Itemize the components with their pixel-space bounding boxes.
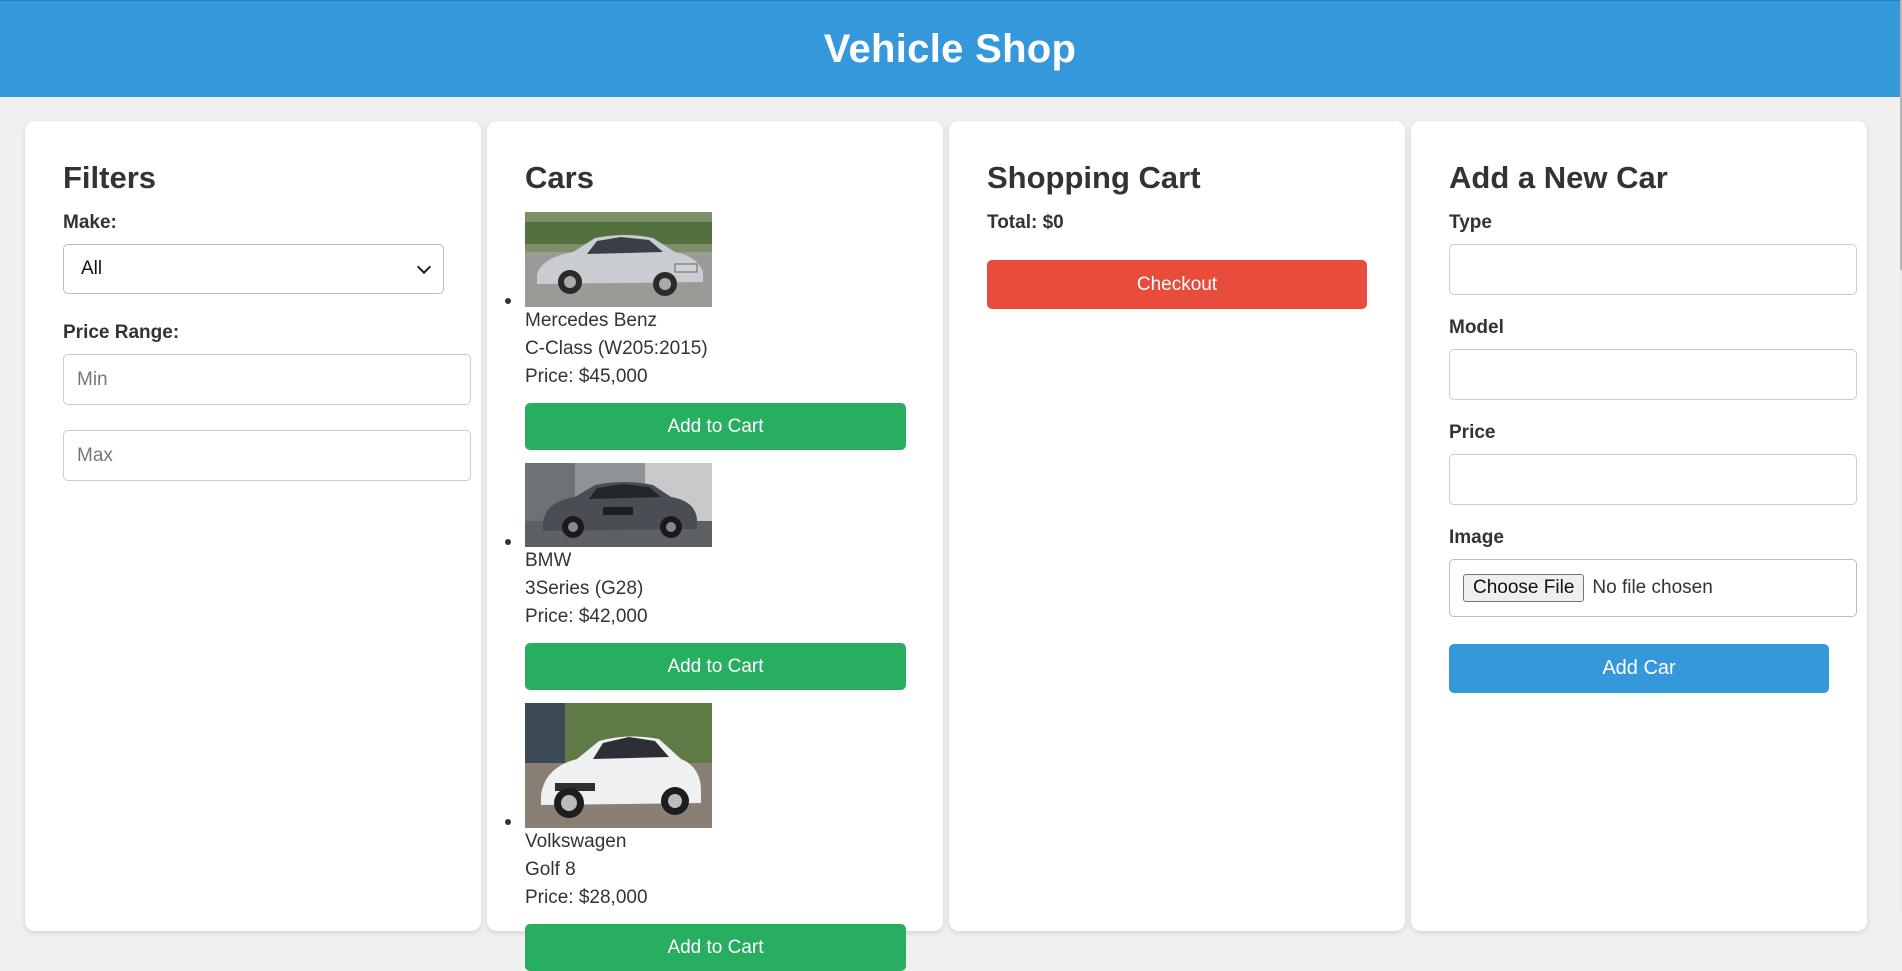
- image-file-input[interactable]: Choose File No file chosen: [1449, 559, 1857, 618]
- car-image-bmw: [525, 463, 712, 548]
- choose-file-button[interactable]: Choose File: [1463, 574, 1585, 603]
- cart-heading: Shopping Cart: [987, 160, 1201, 195]
- car-make: Volkswagen: [525, 831, 627, 853]
- list-bullet: [505, 539, 511, 546]
- car-price: Price: $28,000: [525, 887, 648, 909]
- model-input[interactable]: [1449, 349, 1857, 401]
- file-status: No file chosen: [1592, 577, 1713, 599]
- image-label: Image: [1449, 527, 1504, 549]
- type-label: Type: [1449, 212, 1492, 234]
- cart-panel: Shopping Cart Total: $0 Checkout: [949, 121, 1405, 931]
- make-select[interactable]: All: [63, 244, 444, 295]
- model-label: Model: [1449, 317, 1504, 339]
- add-car-button[interactable]: Add Car: [1449, 644, 1829, 694]
- car-item: BMW 3Series (G28) Price: $42,000 Add to …: [505, 463, 906, 691]
- car-make: BMW: [525, 550, 572, 572]
- car-make: Mercedes Benz: [525, 310, 658, 332]
- add-to-cart-button[interactable]: Add to Cart: [525, 403, 906, 451]
- filters-panel: Filters Make: All Price Range:: [25, 121, 481, 931]
- cars-panel: Cars Mercedes Benz C-Class (W205:2015) P…: [487, 121, 943, 971]
- list-bullet: [505, 819, 511, 826]
- add-to-cart-button[interactable]: Add to Cart: [525, 924, 906, 971]
- price-input[interactable]: [1449, 454, 1857, 506]
- list-bullet: [505, 298, 511, 305]
- car-image-volkswagen: [525, 703, 712, 829]
- type-input[interactable]: [1449, 244, 1857, 296]
- car-image-mercedes: [525, 212, 712, 308]
- cart-total: Total: $0: [987, 212, 1064, 234]
- car-price: Price: $42,000: [525, 606, 648, 628]
- max-price-input[interactable]: [63, 430, 471, 482]
- min-price-input[interactable]: [63, 354, 471, 406]
- make-select-value: All: [81, 258, 103, 280]
- add-to-cart-button[interactable]: Add to Cart: [525, 643, 906, 691]
- car-item: Mercedes Benz C-Class (W205:2015) Price:…: [505, 212, 906, 451]
- price-label: Price: [1449, 422, 1496, 444]
- car-model: Golf 8: [525, 859, 576, 881]
- cars-heading: Cars: [525, 160, 594, 195]
- car-price: Price: $45,000: [525, 366, 648, 388]
- car-model: C-Class (W205:2015): [525, 338, 708, 360]
- add-car-heading: Add a New Car: [1449, 160, 1668, 195]
- car-list: Mercedes Benz C-Class (W205:2015) Price:…: [505, 212, 906, 971]
- site-header: Vehicle Shop: [0, 0, 1900, 97]
- car-model: 3Series (G28): [525, 578, 644, 600]
- add-car-panel: Add a New Car Type Model Price Image Cho…: [1411, 121, 1867, 931]
- chevron-down-icon: [416, 259, 432, 274]
- price-range-label: Price Range:: [63, 322, 180, 344]
- make-label: Make:: [63, 212, 117, 234]
- checkout-button[interactable]: Checkout: [987, 260, 1367, 310]
- site-title: Vehicle Shop: [823, 26, 1077, 71]
- car-item: Volkswagen Golf 8 Price: $28,000 Add to …: [505, 703, 906, 971]
- filters-heading: Filters: [63, 160, 157, 195]
